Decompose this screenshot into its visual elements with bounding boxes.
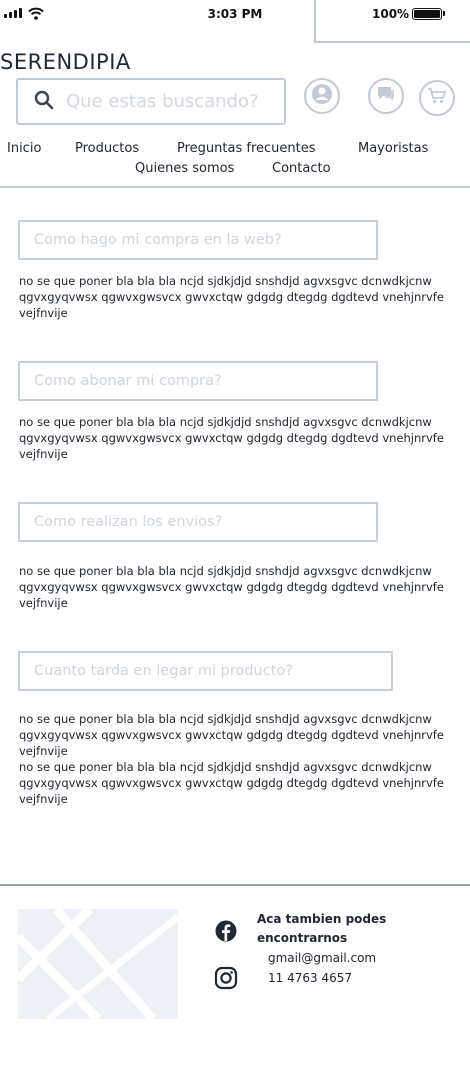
facebook-icon[interactable] [215, 920, 237, 946]
nav-contacto[interactable]: Contacto [272, 161, 331, 176]
footer-divider [0, 884, 470, 886]
faq-question-4[interactable]: Cuanto tarda en legar mi producto? [18, 651, 393, 691]
faq-answer-2: no se que poner bla bla bla ncjd sjdkjdj… [19, 415, 444, 461]
nav-mayoristas[interactable]: Mayoristas [358, 141, 428, 156]
faq-question-3[interactable]: Como realizan los envios? [18, 502, 378, 542]
footer-phone[interactable]: 11 4763 4657 [268, 971, 352, 985]
nav-inicio[interactable]: Inicio [7, 141, 41, 156]
chat-icon [376, 85, 396, 107]
faq-question-text: Cuanto tarda en legar mi producto? [34, 663, 293, 679]
search-icon [34, 90, 54, 114]
faq-answer-4: no se que poner bla bla bla ncjd sjdkjdj… [19, 712, 444, 758]
battery-tip [443, 11, 445, 16]
user-icon [311, 83, 333, 109]
chat-button[interactable] [368, 78, 404, 114]
faq-question-1[interactable]: Como hago mi compra en la web? [18, 220, 378, 260]
faq-question-2[interactable]: Como abonar mi compra? [18, 361, 378, 401]
user-button[interactable] [304, 78, 340, 114]
nav-quienes-somos[interactable]: Quienes somos [135, 161, 234, 176]
search-placeholder: Que estas buscando? [66, 91, 259, 112]
instagram-icon[interactable] [214, 966, 238, 994]
cart-icon [427, 87, 447, 109]
footer-email[interactable]: gmail@gmail.com [268, 951, 376, 965]
faq-question-text: Como realizan los envios? [34, 514, 223, 530]
nav-productos[interactable]: Productos [75, 141, 139, 156]
battery-percent: 100% [372, 7, 410, 21]
search-input[interactable]: Que estas buscando? [16, 78, 286, 125]
faq-answer-3: no se que poner bla bla bla ncjd sjdkjdj… [19, 564, 444, 610]
brand-title: SERENDIPIA [0, 50, 131, 74]
faq-question-text: Como abonar mi compra? [34, 373, 222, 389]
footer-heading: Aca tambien podes encontrarnos [257, 912, 387, 945]
cart-button[interactable] [419, 80, 455, 116]
battery-icon [412, 8, 442, 20]
nav-preguntas-frecuentes[interactable]: Preguntas frecuentes [177, 141, 316, 156]
header-divider [0, 186, 470, 188]
faq-answer-4b: no se que poner bla bla bla ncjd sjdkjdj… [19, 760, 444, 806]
map-placeholder [18, 909, 178, 1019]
faq-answer-1: no se que poner bla bla bla ncjd sjdkjdj… [19, 274, 444, 320]
faq-question-text: Como hago mi compra en la web? [34, 232, 282, 248]
